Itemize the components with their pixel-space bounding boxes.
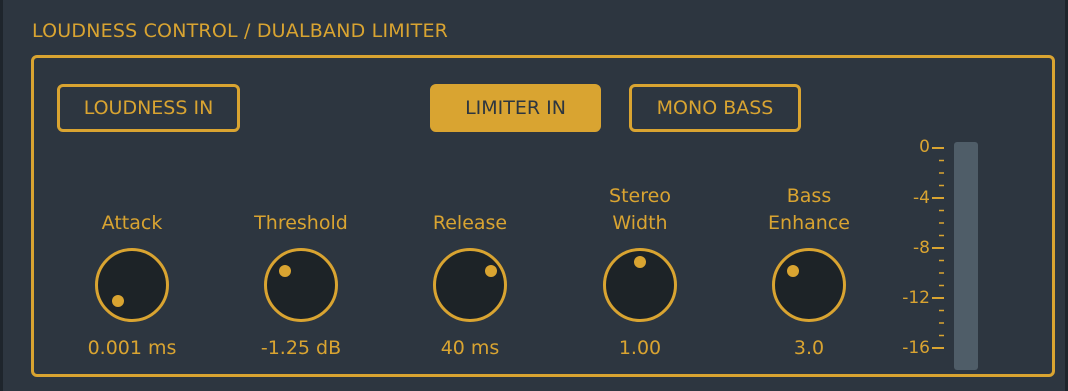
level-meter-bar [954, 142, 978, 370]
meter-scale-ticks [932, 147, 944, 349]
